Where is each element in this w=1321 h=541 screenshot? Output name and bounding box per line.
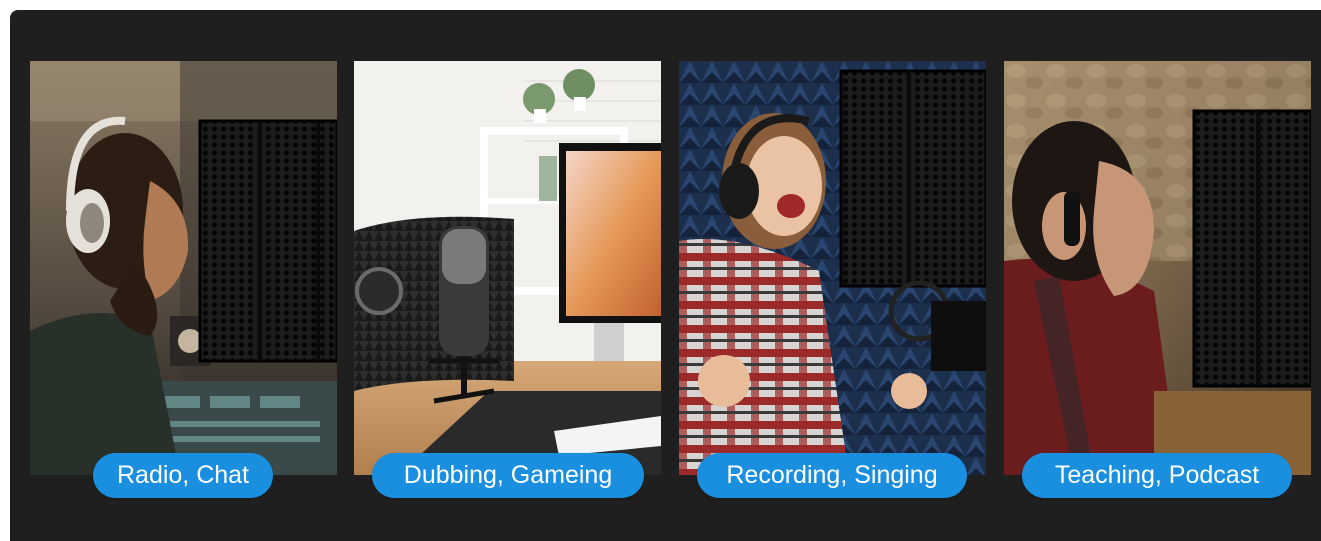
label-recording-singing: Recording, Singing: [697, 453, 967, 498]
card-recording-singing: [679, 61, 986, 475]
label-radio-chat: Radio, Chat: [93, 453, 273, 498]
desk-microphone-photo: [354, 61, 661, 475]
singing-booth-photo: [679, 61, 986, 475]
label-teaching-podcast: Teaching, Podcast: [1022, 453, 1292, 498]
label-dubbing-gameing: Dubbing, Gameing: [372, 453, 644, 498]
card-radio-chat: [30, 61, 337, 475]
card-dubbing-gameing: [354, 61, 661, 475]
card-teaching-podcast: [1004, 61, 1311, 475]
podcast-photo: [1004, 61, 1311, 475]
radio-studio-photo: [30, 61, 337, 475]
